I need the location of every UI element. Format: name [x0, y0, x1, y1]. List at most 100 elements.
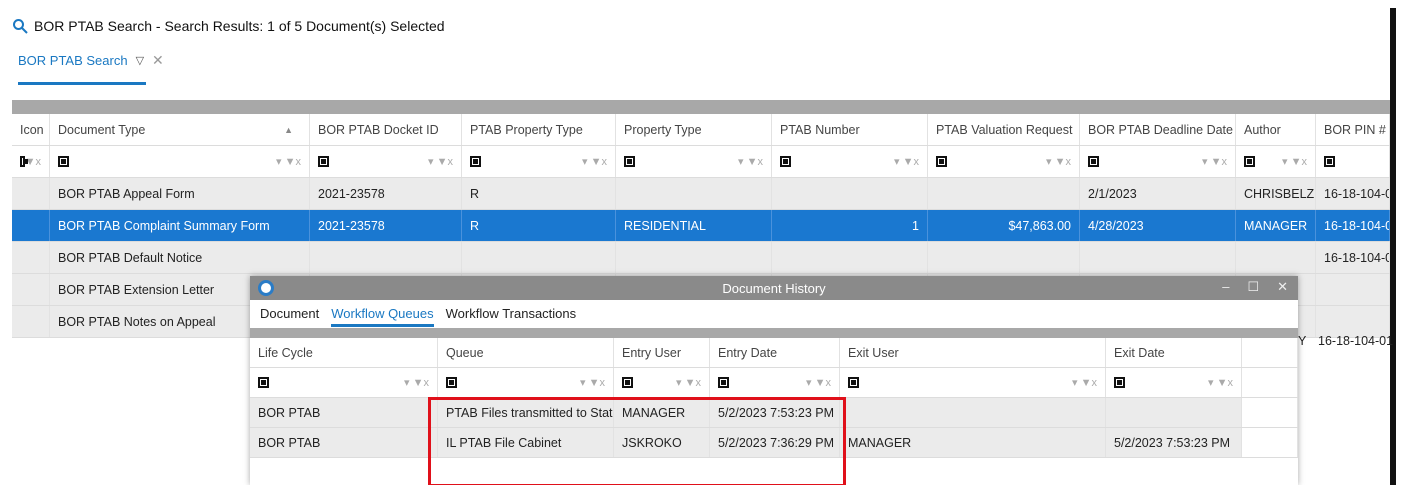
col-header-label: Document Type: [58, 122, 146, 137]
cell-ptab-property-type: [462, 242, 616, 273]
filter-cell[interactable]: ▾ ▼x: [928, 146, 1080, 177]
minimize-icon[interactable]: –: [1222, 279, 1229, 295]
filter-cell[interactable]: ▾ ▼x: [772, 146, 928, 177]
col-header-property-type[interactable]: Property Type: [616, 114, 772, 145]
clear-filter-icon[interactable]: ▾ ▼x: [276, 155, 301, 168]
table-row-selected[interactable]: BOR PTAB Complaint Summary Form 2021-235…: [12, 210, 1390, 242]
window-edge: [1390, 8, 1396, 485]
col-header-document-type[interactable]: Document Type ▲: [50, 114, 310, 145]
filter-cell[interactable]: ▾ ▼x: [616, 146, 772, 177]
filter-checkbox-icon[interactable]: [470, 156, 481, 167]
clear-filter-icon[interactable]: ▾ ▼x: [1072, 376, 1097, 389]
filter-cell[interactable]: ▾ ▼x: [250, 368, 438, 397]
clear-filter-icon[interactable]: ▾ ▼x: [580, 376, 605, 389]
cell-docket-id: 2021-23578: [310, 210, 462, 241]
filter-cell[interactable]: ▾ ▼x: [462, 146, 616, 177]
clear-filter-icon[interactable]: ▾ ▼x: [1208, 376, 1233, 389]
filter-cell[interactable]: ▾ ▼x: [840, 368, 1106, 397]
cell-pin: [1316, 274, 1390, 305]
clear-filter-icon[interactable]: ▾ ▼x: [404, 376, 429, 389]
filter-checkbox-icon[interactable]: [718, 377, 729, 388]
cell-pin-partial: 16-18-104-01: [1318, 334, 1394, 348]
cell-author: MANAGER: [1236, 210, 1316, 241]
filter-checkbox-icon[interactable]: [1114, 377, 1125, 388]
col-header-pin[interactable]: BOR PIN #: [1316, 114, 1390, 145]
grid-filter-row: ▾ ▼x ▾ ▼x ▾ ▼x ▾ ▼x ▾ ▼x ▾ ▼x: [250, 368, 1298, 398]
filter-cell[interactable]: ▾ ▼x: [710, 368, 840, 397]
filter-checkbox-icon[interactable]: [1244, 156, 1255, 167]
col-header-valuation-request[interactable]: PTAB Valuation Request: [928, 114, 1080, 145]
filter-cell[interactable]: ▼x: [12, 146, 50, 177]
row-icon-cell: [12, 178, 50, 209]
filter-checkbox-icon[interactable]: [622, 377, 633, 388]
col-header-ptab-property-type[interactable]: PTAB Property Type: [462, 114, 616, 145]
filter-cell[interactable]: ▾ ▼x: [614, 368, 710, 397]
close-icon[interactable]: ✕: [1277, 279, 1288, 295]
col-header-author[interactable]: Author: [1236, 114, 1316, 145]
row-icon-cell: [12, 210, 50, 241]
clear-filter-icon[interactable]: ▾ ▼x: [676, 376, 701, 389]
col-header-spacer: [1242, 338, 1298, 367]
filter-spacer: [1242, 368, 1298, 397]
filter-checkbox-icon[interactable]: [318, 156, 329, 167]
clear-filter-icon[interactable]: ▾ ▼x: [428, 155, 453, 168]
cell-ptab-number: 1: [772, 210, 928, 241]
cell-document-type: BOR PTAB Appeal Form: [50, 178, 310, 209]
filter-checkbox-icon[interactable]: [1324, 156, 1335, 167]
cell-docket-id: 2021-23578: [310, 178, 462, 209]
filter-checkbox-icon[interactable]: [258, 377, 269, 388]
col-header-exit-user[interactable]: Exit User: [840, 338, 1106, 367]
filter-checkbox-icon[interactable]: [624, 156, 635, 167]
col-header-entry-user[interactable]: Entry User: [614, 338, 710, 367]
filter-cell[interactable]: [1316, 146, 1390, 177]
table-row[interactable]: BOR PTAB Appeal Form 2021-23578 R 2/1/20…: [12, 178, 1390, 210]
tab-document[interactable]: Document: [260, 306, 319, 321]
close-icon[interactable]: ✕: [152, 52, 164, 69]
filter-cell[interactable]: ▾ ▼x: [1106, 368, 1242, 397]
col-header-exit-date[interactable]: Exit Date: [1106, 338, 1242, 367]
cell-pin: 16-18-104-01: [1316, 210, 1390, 241]
cell-property-type: [616, 178, 772, 209]
tab-workflow-queues[interactable]: Workflow Queues: [331, 306, 434, 327]
filter-checkbox-icon[interactable]: [848, 377, 859, 388]
clear-filter-icon[interactable]: ▾ ▼x: [1046, 155, 1071, 168]
filter-cell[interactable]: ▾ ▼x: [310, 146, 462, 177]
cell-deadline-date: [1080, 242, 1236, 273]
col-header-deadline-date[interactable]: BOR PTAB Deadline Date: [1080, 114, 1236, 145]
filter-checkbox-icon[interactable]: [446, 377, 457, 388]
grid-header-row: Icon Document Type ▲ BOR PTAB Docket ID …: [12, 114, 1390, 146]
col-header-entry-date[interactable]: Entry Date: [710, 338, 840, 367]
cell-exit-date: 5/2/2023 7:53:23 PM: [1106, 428, 1242, 457]
filter-checkbox-icon[interactable]: [20, 156, 28, 167]
filter-cell[interactable]: ▾ ▼x: [438, 368, 614, 397]
filter-checkbox-icon[interactable]: [780, 156, 791, 167]
clear-filter-icon[interactable]: ▾ ▼x: [894, 155, 919, 168]
filter-cell[interactable]: ▾ ▼x: [1080, 146, 1236, 177]
filter-checkbox-icon[interactable]: [1088, 156, 1099, 167]
cell-document-type: BOR PTAB Default Notice: [50, 242, 310, 273]
cell-exit-date: [1106, 398, 1242, 427]
filter-cell[interactable]: ▾ ▼x: [50, 146, 310, 177]
col-header-queue[interactable]: Queue: [438, 338, 614, 367]
col-header-icon[interactable]: Icon: [12, 114, 50, 145]
table-row[interactable]: BOR PTAB Default Notice 16-18-104-01: [12, 242, 1390, 274]
filter-checkbox-icon[interactable]: [936, 156, 947, 167]
clear-filter-icon[interactable]: ▾ ▼x: [1202, 155, 1227, 168]
col-header-life-cycle[interactable]: Life Cycle: [250, 338, 438, 367]
col-header-docket-id[interactable]: BOR PTAB Docket ID: [310, 114, 462, 145]
dropdown-triangle-icon[interactable]: ▽: [136, 54, 144, 67]
maximize-icon[interactable]: ☐: [1247, 279, 1259, 295]
tab-label: BOR PTAB Search: [18, 52, 128, 68]
col-header-ptab-number[interactable]: PTAB Number: [772, 114, 928, 145]
grid-filter-row: ▼x ▾ ▼x ▾ ▼x ▾ ▼x ▾ ▼x ▾ ▼x ▾ ▼x ▾ ▼x ▾ …: [12, 146, 1390, 178]
clear-filter-icon[interactable]: ▾ ▼x: [1282, 155, 1307, 168]
clear-filter-icon[interactable]: ▾ ▼x: [582, 155, 607, 168]
dialog-title-bar[interactable]: Document History – ☐ ✕: [250, 276, 1298, 300]
filter-cell[interactable]: ▾ ▼x: [1236, 146, 1316, 177]
red-highlight-box: [428, 397, 846, 485]
clear-filter-icon[interactable]: ▾ ▼x: [738, 155, 763, 168]
tab-workflow-transactions[interactable]: Workflow Transactions: [446, 306, 577, 321]
filter-checkbox-icon[interactable]: [58, 156, 69, 167]
tab-bor-ptab-search[interactable]: BOR PTAB Search ▽ ✕: [18, 46, 164, 74]
clear-filter-icon[interactable]: ▾ ▼x: [806, 376, 831, 389]
